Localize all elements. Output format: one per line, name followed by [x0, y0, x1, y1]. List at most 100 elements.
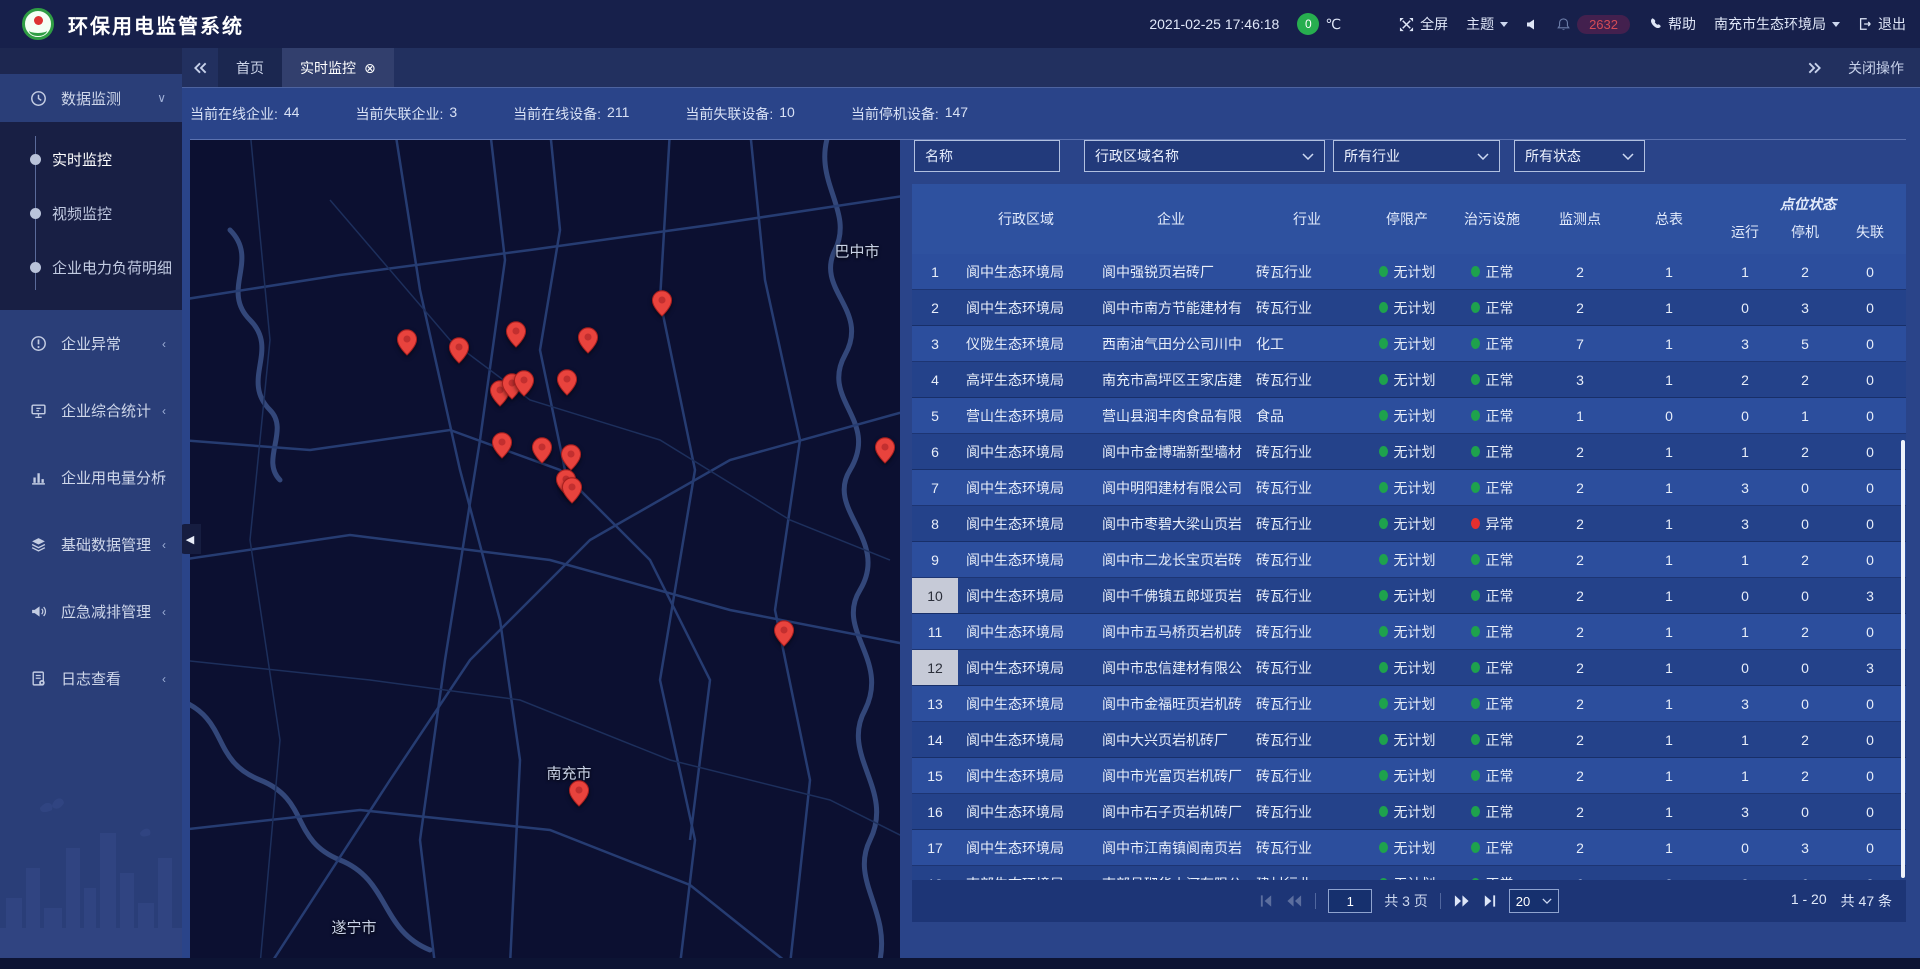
table-row[interactable]: 6 阆中生态环境局 阆中市金博瑞新型墙材 砖瓦行业 无计划 正常 2 1 1 [912, 434, 1906, 470]
org-dropdown[interactable]: 南充市生态环境局 [1714, 14, 1840, 34]
last-page-button[interactable] [1482, 894, 1497, 908]
map-pin-marker[interactable] [578, 327, 599, 354]
sidebar-submenu-item[interactable]: 实时监控 [0, 132, 182, 186]
map-pin-marker[interactable] [449, 337, 470, 364]
map-pin-marker[interactable] [514, 370, 535, 397]
page-size-select[interactable]: 20 [1509, 889, 1559, 913]
status-dot [1471, 806, 1480, 817]
industry-filter-select[interactable]: 所有行业 [1333, 140, 1500, 172]
map-pin-marker[interactable] [397, 329, 418, 356]
table-row[interactable]: 1 阆中生态环境局 阆中强锐页岩砖厂 砖瓦行业 无计划 正常 2 1 1 [912, 254, 1906, 290]
sidebar-group[interactable]: 企业异常 ‹ [0, 310, 182, 377]
map-pin-marker[interactable] [492, 432, 513, 459]
map-canvas[interactable]: 巴中市 南充市 遂宁市 [190, 140, 900, 958]
sidebar-submenu-item[interactable]: 企业电力负荷明细 [0, 240, 182, 294]
cell-industry: 砖瓦行业 [1248, 614, 1366, 649]
table-row[interactable]: 18 南部生态环境局 南部县砌华小河有限公 建材行业 无计划 正常 6 0 0 [912, 866, 1906, 880]
sidebar-group[interactable]: 应急减排管理 ‹ [0, 578, 182, 645]
cell-meters: 1 [1624, 434, 1714, 469]
tabs-scroll-right-button[interactable] [1807, 62, 1822, 74]
status-filter-select[interactable]: 所有状态 [1514, 140, 1645, 172]
table-row[interactable]: 15 阆中生态环境局 阆中市光富页岩机砖厂 砖瓦行业 无计划 正常 2 1 1 [912, 758, 1906, 794]
table-row[interactable]: 13 阆中生态环境局 阆中市金福旺页岩机砖 砖瓦行业 无计划 正常 2 1 3 [912, 686, 1906, 722]
theme-dropdown[interactable]: 主题 [1466, 14, 1508, 34]
divider [1315, 893, 1316, 909]
row-number: 4 [912, 362, 958, 397]
voice-mute-button[interactable] [1526, 18, 1538, 31]
sidebar-group-label: 企业综合统计 [61, 400, 151, 421]
cell-halt: 0 [1776, 686, 1834, 721]
table-row[interactable]: 3 仪陇生态环境局 西南油气田分公司川中 化工 无计划 正常 7 1 3 [912, 326, 1906, 362]
status-dot-green [1379, 842, 1388, 853]
notifications[interactable]: 2632 [1556, 15, 1630, 34]
map-pin-marker[interactable] [506, 321, 527, 348]
cell-industry: 砖瓦行业 [1248, 254, 1366, 289]
row-number: 6 [912, 434, 958, 469]
fullscreen-button[interactable]: 全屏 [1399, 14, 1448, 34]
prev-page-button[interactable] [1286, 894, 1303, 908]
map-pin-marker[interactable] [652, 290, 673, 317]
sidebar-group[interactable]: 基础数据管理 ‹ [0, 511, 182, 578]
help-button[interactable]: 帮助 [1648, 14, 1696, 34]
page-number-input[interactable] [1328, 889, 1372, 913]
status-dot [1471, 842, 1480, 853]
sidebar-group-label: 企业异常 [61, 333, 121, 354]
sidebar-group[interactable]: 企业用电量分析 ‹ [0, 444, 182, 511]
status-dot [1471, 446, 1480, 457]
tab-close-icon[interactable]: ⊗ [364, 61, 376, 75]
map-pin-marker[interactable] [774, 620, 795, 647]
table-row[interactable]: 2 阆中生态环境局 阆中市南方节能建材有 砖瓦行业 无计划 正常 2 1 0 [912, 290, 1906, 326]
table-row[interactable]: 8 阆中生态环境局 阆中市枣碧大梁山页岩 砖瓦行业 无计划 异常 2 1 3 [912, 506, 1906, 542]
cell-lost: 0 [1834, 686, 1906, 721]
table-row[interactable]: 9 阆中生态环境局 阆中市二龙长宝页岩砖 砖瓦行业 无计划 正常 2 1 1 [912, 542, 1906, 578]
sidebar-group-data-monitor[interactable]: 数据监测 ∨ [0, 74, 182, 122]
tab[interactable]: 首页 [218, 48, 282, 87]
cell-company: 阆中市江南镇阆南页岩 [1094, 830, 1248, 865]
cell-meters: 1 [1624, 326, 1714, 361]
cell-halt: 2 [1776, 758, 1834, 793]
stat-label: 当前在线企业: [190, 104, 278, 124]
sidebar-group-icon [30, 335, 47, 352]
cell-halt: 2 [1776, 434, 1834, 469]
cell-lost: 3 [1834, 578, 1906, 613]
map-collapse-handle[interactable]: ◀ [179, 524, 201, 554]
stat-label: 当前失联设备: [685, 104, 773, 124]
cell-points: 2 [1536, 254, 1624, 289]
status-dot-green [1379, 554, 1388, 565]
map-pin-marker[interactable] [569, 780, 590, 807]
col-industry: 行业 [1248, 184, 1366, 254]
table-row[interactable]: 10 阆中生态环境局 阆中千佛镇五郎垭页岩 砖瓦行业 无计划 正常 2 1 0 [912, 578, 1906, 614]
table-row[interactable]: 5 营山生态环境局 营山县润丰肉食品有限 食品 无计划 正常 1 0 0 [912, 398, 1906, 434]
close-operations-button[interactable]: 关闭操作 [1848, 58, 1904, 78]
cell-points: 2 [1536, 758, 1624, 793]
col-rownum [912, 184, 958, 254]
name-filter-input[interactable] [914, 140, 1060, 172]
tab[interactable]: 实时监控 ⊗ [282, 48, 394, 87]
table-row[interactable]: 7 阆中生态环境局 阆中明阳建材有限公司 砖瓦行业 无计划 正常 2 1 3 [912, 470, 1906, 506]
cell-run: 0 [1714, 398, 1776, 433]
map-pin-marker[interactable] [562, 477, 583, 504]
first-page-button[interactable] [1259, 894, 1274, 908]
tabs-scroll-left-button[interactable] [182, 48, 218, 87]
region-filter-select[interactable]: 行政区域名称 [1084, 140, 1325, 172]
map-pin-marker[interactable] [532, 437, 553, 464]
map-pin-marker[interactable] [875, 437, 896, 464]
table-row[interactable]: 11 阆中生态环境局 阆中市五马桥页岩机砖 砖瓦行业 无计划 正常 2 1 1 [912, 614, 1906, 650]
table-row[interactable]: 14 阆中生态环境局 阆中大兴页岩机砖厂 砖瓦行业 无计划 正常 2 1 1 [912, 722, 1906, 758]
next-page-button[interactable] [1453, 894, 1470, 908]
table-row[interactable]: 4 高坪生态环境局 南充市高坪区王家店建 砖瓦行业 无计划 正常 3 1 2 [912, 362, 1906, 398]
logout-button[interactable]: 退出 [1858, 14, 1906, 34]
sidebar-submenu-item[interactable]: 视频监控 [0, 186, 182, 240]
status-dot-green [1379, 446, 1388, 457]
table-row[interactable]: 12 阆中生态环境局 阆中市忠信建材有限公 砖瓦行业 无计划 正常 2 1 0 [912, 650, 1906, 686]
cell-company: 阆中市二龙长宝页岩砖 [1094, 542, 1248, 577]
map-pin-marker[interactable] [561, 444, 582, 471]
sidebar-group[interactable]: 企业综合统计 ‹ [0, 377, 182, 444]
status-dot [1471, 662, 1480, 673]
cell-halt: 0 [1776, 794, 1834, 829]
table-row[interactable]: 17 阆中生态环境局 阆中市江南镇阆南页岩 砖瓦行业 无计划 正常 2 1 0 [912, 830, 1906, 866]
table-scrollbar-thumb[interactable] [1901, 440, 1905, 878]
map-pin-marker[interactable] [557, 369, 578, 396]
sidebar-group[interactable]: 日志查看 ‹ [0, 645, 182, 712]
table-row[interactable]: 16 阆中生态环境局 阆中市石子页岩机砖厂 砖瓦行业 无计划 正常 2 1 3 [912, 794, 1906, 830]
